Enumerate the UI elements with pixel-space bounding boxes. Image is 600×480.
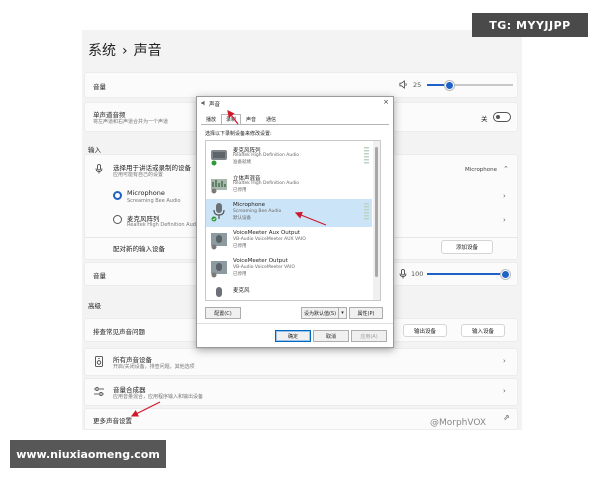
arrow-to-microphone [294, 211, 327, 226]
telegram-watermark: TG: MYYJJPP [472, 13, 588, 37]
morphvox-watermark: @MorphVOX [430, 418, 487, 428]
website-watermark: www.niuxiaomeng.com [10, 440, 166, 468]
arrow-to-more-settings [130, 401, 161, 417]
arrow-to-recording-tab [227, 110, 239, 125]
annotation-arrows [130, 110, 327, 417]
